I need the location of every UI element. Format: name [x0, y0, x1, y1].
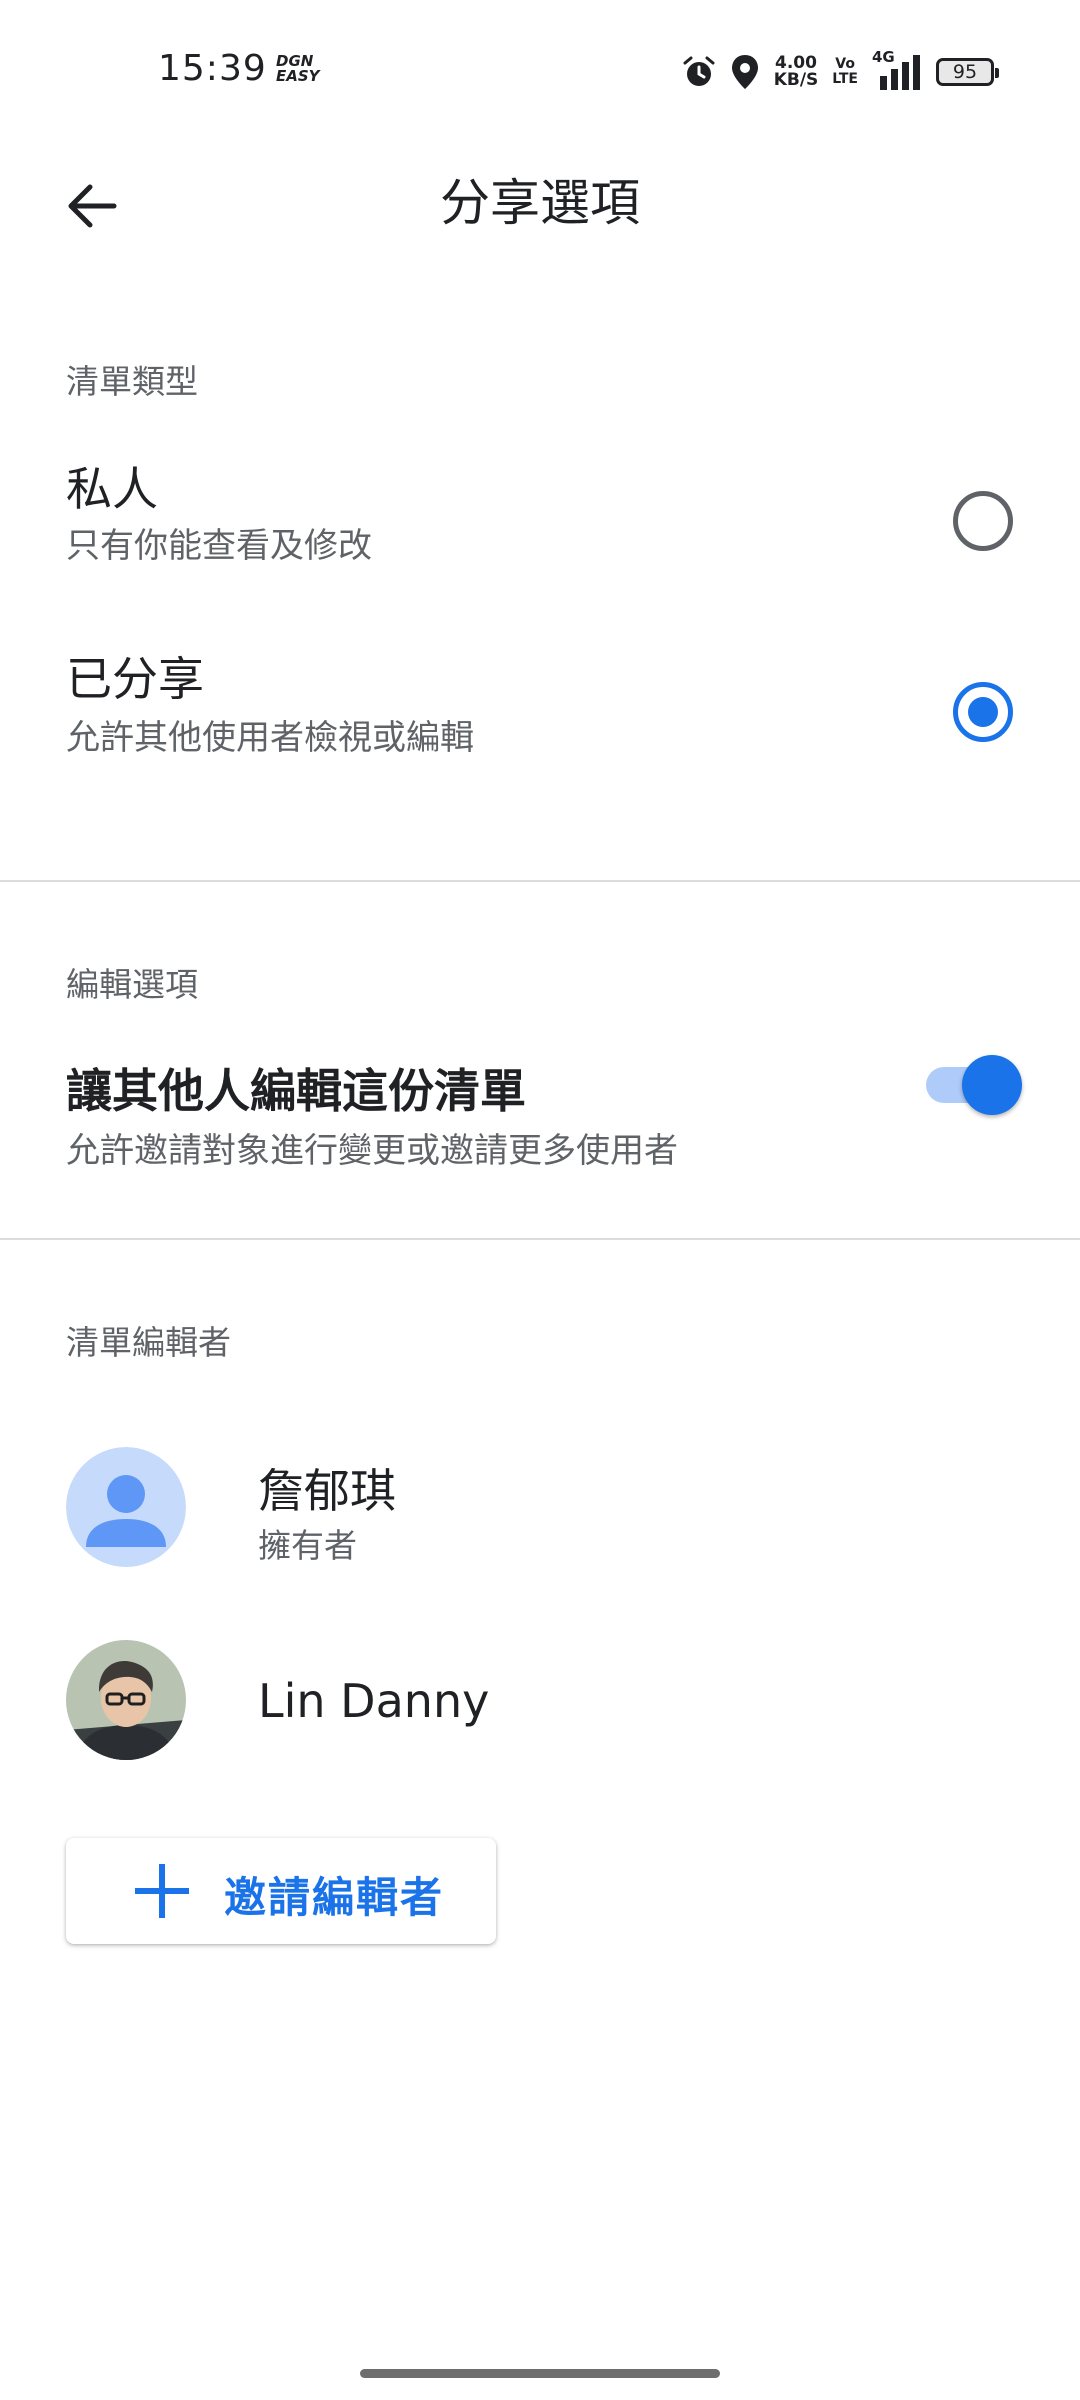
- app-bar: 分享選項: [0, 140, 1080, 264]
- editor-name: Lin Danny: [258, 1674, 490, 1728]
- editors-section-label: 清單編輯者: [66, 1323, 231, 1362]
- divider: [0, 880, 1080, 882]
- share-options-screen: 15:39 DGN EASY 4.00 KB/S Vo LTE 4G 95 分享…: [0, 0, 1080, 2400]
- battery-level: 95: [952, 61, 978, 83]
- photo-avatar: [66, 1640, 186, 1760]
- location-icon: [731, 55, 758, 89]
- volte-icon: Vo LTE: [832, 57, 858, 87]
- option-shared-radio[interactable]: [953, 682, 1013, 742]
- option-private-title: 私人: [66, 462, 158, 516]
- invite-editor-button[interactable]: 邀請編輯者: [66, 1838, 496, 1944]
- volte-bottom: LTE: [832, 71, 858, 87]
- option-shared-title: 已分享: [66, 652, 204, 706]
- app-notification-icon: DGN EASY: [276, 52, 320, 85]
- page-title: 分享選項: [440, 174, 640, 232]
- allow-edit-subtitle: 允許邀請對象進行變更或邀請更多使用者: [66, 1131, 678, 1171]
- status-time: 15:39: [158, 48, 267, 89]
- list-type-section-label: 清單類型: [66, 362, 198, 401]
- signal-icon: 4G: [872, 48, 922, 92]
- invite-editor-label: 邀請編輯者: [224, 1873, 445, 1922]
- editor-item[interactable]: Lin Danny: [0, 1640, 1080, 1770]
- editor-name: 詹郁琪: [258, 1464, 396, 1518]
- edit-options-section-label: 編輯選項: [66, 965, 198, 1004]
- volte-top: Vo: [835, 56, 855, 72]
- toggle-thumb: [962, 1055, 1022, 1115]
- status-icons: 4.00 KB/S Vo LTE 4G 95: [682, 48, 999, 94]
- home-indicator[interactable]: [360, 2369, 720, 2378]
- network-speed: 4.00 KB/S: [774, 55, 819, 89]
- status-bar: 15:39 DGN EASY 4.00 KB/S Vo LTE 4G 95: [0, 0, 1080, 140]
- allow-edit-toggle[interactable]: [924, 1050, 1024, 1115]
- network-speed-unit: KB/S: [773, 70, 819, 90]
- option-shared-subtitle: 允許其他使用者檢視或編輯: [66, 718, 474, 758]
- option-private-radio[interactable]: [953, 491, 1013, 551]
- battery-icon: 95: [936, 58, 999, 86]
- divider: [0, 1238, 1080, 1240]
- allow-edit-title: 讓其他人編輯這份清單: [66, 1064, 526, 1118]
- add-icon: [135, 1864, 189, 1918]
- default-person-avatar: [66, 1447, 186, 1567]
- option-private-subtitle: 只有你能查看及修改: [66, 526, 372, 566]
- editor-item-owner[interactable]: 詹郁琪 擁有者: [0, 1447, 1080, 1577]
- alarm-icon: [683, 56, 715, 86]
- editor-role: 擁有者: [258, 1526, 357, 1565]
